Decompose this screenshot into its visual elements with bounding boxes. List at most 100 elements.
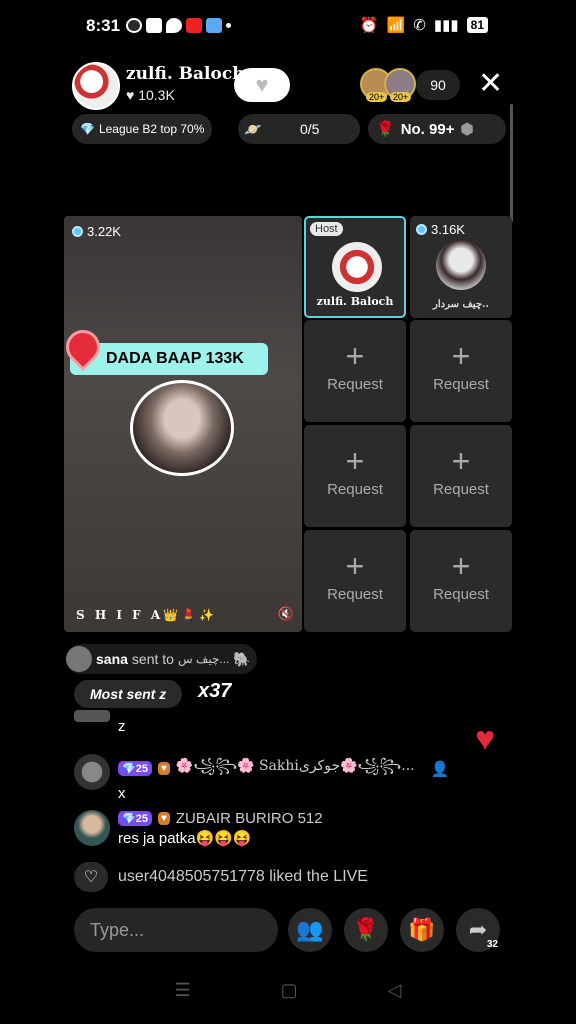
guest-cell[interactable]: 3.16K چیف سردار.. bbox=[410, 216, 512, 318]
host-cell-name: zulfi. Baloch bbox=[316, 295, 394, 308]
home-icon[interactable]: ▢ bbox=[281, 980, 298, 1012]
heart-icon: ♥ bbox=[126, 87, 135, 103]
main-guest-cell[interactable]: 3.22K DADA BAAP 133K S H I F A👑💄✨ 🔇 bbox=[58, 216, 302, 632]
whatsapp-icon bbox=[126, 18, 142, 33]
viewer-avatar[interactable]: 20+ bbox=[384, 68, 416, 102]
rose-icon: 🌹 bbox=[352, 917, 380, 942]
request-slot[interactable]: + Request bbox=[410, 425, 512, 527]
wifi-icon: 📶 bbox=[386, 17, 406, 34]
share-button[interactable]: ➦ 32 bbox=[456, 908, 500, 952]
plus-icon: + bbox=[451, 548, 471, 584]
request-label: Request bbox=[433, 481, 489, 498]
status-time: 8:31 bbox=[86, 16, 121, 35]
dot-icon bbox=[226, 23, 231, 28]
gift-recipient: چیف س... bbox=[177, 652, 230, 666]
rank-pill[interactable]: 🌹 No. 99+ ⬢ bbox=[368, 114, 506, 144]
request-slot[interactable]: + Request bbox=[304, 320, 406, 422]
floating-heart-icon: ♥ bbox=[475, 720, 496, 758]
system-nav-bar: ☰ ▢ ◁ bbox=[0, 980, 576, 1012]
guest-avatar[interactable] bbox=[130, 380, 234, 476]
close-button[interactable]: ✕ bbox=[478, 68, 503, 100]
commenter-name[interactable]: ZUBAIR BURIRO 512 bbox=[176, 810, 323, 827]
comment-row: 💎25 ♥ 🌸꧁꧂🌸 Sakhiجوکری🌸꧁꧂... 👤 x bbox=[74, 754, 449, 802]
recents-icon[interactable]: ☰ bbox=[175, 980, 191, 1012]
back-icon[interactable]: ◁ bbox=[388, 980, 402, 1012]
alarm-icon: ⏰ bbox=[359, 17, 379, 34]
request-label: Request bbox=[327, 481, 383, 498]
viewer-badge: 20+ bbox=[366, 92, 388, 102]
battery-indicator: 81 bbox=[466, 17, 488, 33]
status-bar: 8:31 ⏰ 📶 ✆ ▮▮▮ 81 bbox=[0, 0, 576, 52]
info-pills: 💎 League B2 top 70% 🪐 0/5 🌹 No. 99+ ⬢ bbox=[72, 114, 512, 146]
host-avatar[interactable] bbox=[72, 62, 120, 110]
guest-name: S H I F A👑💄✨ bbox=[76, 608, 217, 622]
plus-icon: + bbox=[345, 338, 365, 374]
gift-multiplier: x37 bbox=[198, 680, 232, 702]
comment-input[interactable] bbox=[74, 908, 278, 952]
host-cell[interactable]: Host zulfi. Baloch bbox=[304, 216, 406, 318]
signal-icon: ▮▮▮ bbox=[433, 17, 459, 34]
mic-muted-icon: 🔇 bbox=[277, 606, 294, 621]
most-sent-label: Most sent z bbox=[74, 680, 183, 708]
request-label: Request bbox=[433, 586, 489, 603]
people-icon: 👥 bbox=[296, 917, 324, 942]
coin-value: 3.16K bbox=[431, 222, 465, 237]
rank-avatar-icon: 🌹 bbox=[376, 121, 395, 138]
host-likes: ♥ 10.3K bbox=[126, 87, 175, 103]
gift-icon: 🎁 bbox=[408, 917, 436, 942]
host-name[interactable]: zulfi. Baloch bbox=[126, 64, 245, 84]
guest-cell-avatar bbox=[436, 240, 486, 290]
league-pill[interactable]: 💎 League B2 top 70% bbox=[72, 114, 212, 144]
bottom-bar: 👥 🌹 🎁 ➦ 32 bbox=[74, 908, 514, 954]
goal-pill[interactable]: 🪐 0/5 bbox=[238, 114, 360, 144]
request-slot[interactable]: + Request bbox=[304, 530, 406, 632]
goal-label: 0/5 bbox=[300, 121, 320, 137]
comment-body: 💎25 ♥ ZUBAIR BURIRO 512 res ja patka😝😝😝 bbox=[118, 810, 323, 847]
commenter-name[interactable]: 🌸꧁꧂🌸 Sakhiجوکری🌸꧁꧂... bbox=[176, 754, 415, 783]
coin-value: 3.22K bbox=[87, 224, 121, 239]
rose-button[interactable]: 🌹 bbox=[344, 908, 388, 952]
fan-badge: ♥ bbox=[157, 762, 170, 775]
plus-icon: + bbox=[451, 338, 471, 374]
level-value: 25 bbox=[135, 763, 148, 775]
rank-label: No. 99+ bbox=[400, 120, 455, 138]
gift-button[interactable]: 🎁 bbox=[400, 908, 444, 952]
viewer-count[interactable]: 90 bbox=[416, 70, 460, 100]
level-badge: 💎25 bbox=[118, 811, 152, 826]
host-tag: Host bbox=[310, 222, 343, 236]
league-label: League B2 top 70% bbox=[98, 122, 205, 136]
level-value: 25 bbox=[135, 813, 148, 825]
request-slot[interactable]: + Request bbox=[304, 425, 406, 527]
youtube-icon bbox=[146, 18, 162, 33]
guests-button[interactable]: 👥 bbox=[288, 908, 332, 952]
app-icon bbox=[206, 18, 222, 33]
plus-icon: + bbox=[345, 443, 365, 479]
request-slot[interactable]: + Request bbox=[410, 320, 512, 422]
commenter-avatar[interactable] bbox=[74, 810, 110, 846]
call-icon: ✆ bbox=[413, 17, 426, 34]
scrollbar[interactable] bbox=[510, 104, 513, 222]
plus-icon: + bbox=[345, 548, 365, 584]
comment-text: z bbox=[118, 718, 126, 735]
comment-row: 💎25 ♥ ZUBAIR BURIRO 512 res ja patka😝😝😝 bbox=[74, 810, 323, 847]
request-label: Request bbox=[327, 376, 383, 393]
gift-notification: sana sent to چیف س... 🐘 bbox=[66, 644, 257, 674]
comment-text: x bbox=[118, 785, 126, 802]
liked-text: user4048505751778 liked the LIVE bbox=[118, 868, 368, 885]
request-slot[interactable]: + Request bbox=[410, 530, 512, 632]
follow-button[interactable]: ♥ bbox=[234, 68, 290, 102]
commenter-avatar[interactable] bbox=[74, 754, 110, 790]
plus-icon: + bbox=[451, 443, 471, 479]
top-viewers[interactable]: 20+ 20+ bbox=[360, 68, 416, 102]
status-right: ⏰ 📶 ✆ ▮▮▮ 81 bbox=[360, 16, 488, 34]
request-label: Request bbox=[433, 376, 489, 393]
user-icon: 👤 bbox=[430, 760, 450, 778]
share-count: 32 bbox=[486, 939, 498, 950]
comment-header: 💎25 ♥ ZUBAIR BURIRO 512 bbox=[118, 810, 323, 827]
shield-icon: ⬢ bbox=[460, 121, 474, 138]
viewer-badge: 20+ bbox=[390, 92, 412, 102]
planet-icon: 🪐 bbox=[244, 120, 262, 137]
sender-avatar bbox=[66, 646, 92, 672]
comment-header: 💎25 ♥ 🌸꧁꧂🌸 Sakhiجوکری🌸꧁꧂... 👤 bbox=[118, 754, 449, 783]
heart-icon: ♥ bbox=[255, 72, 269, 97]
